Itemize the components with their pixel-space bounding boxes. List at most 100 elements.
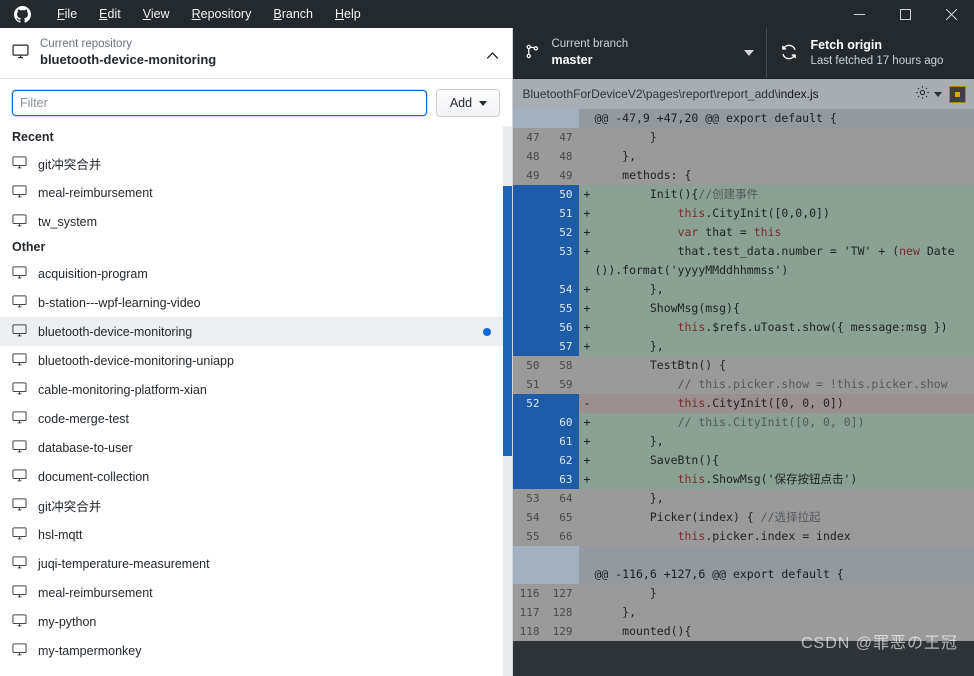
menu-help[interactable]: Help	[324, 0, 372, 28]
menu-view[interactable]: View	[132, 0, 181, 28]
current-repository-header[interactable]: Current repository bluetooth-device-moni…	[0, 28, 513, 79]
diff-line[interactable]: 50 + Init(){//创建事件	[513, 185, 974, 204]
diff-line[interactable]: 61 + },	[513, 432, 974, 451]
diff-line[interactable]: 52 + var that = this	[513, 223, 974, 242]
menu-branch[interactable]: Branch	[262, 0, 324, 28]
diff-line[interactable]: 49 49 methods: {	[513, 166, 974, 185]
diff-code-text: },	[594, 489, 974, 508]
diff-line[interactable]: 48 48 },	[513, 147, 974, 166]
diff-line[interactable]: 50 58 TestBtn() {	[513, 356, 974, 375]
repository-list-item[interactable]: meal-reimbursement	[0, 578, 512, 607]
diff-change-marker	[579, 166, 595, 185]
diff-line[interactable]: 54 + },	[513, 280, 974, 299]
diff-code-text: this.$refs.uToast.show({ message:msg })	[594, 318, 974, 337]
diff-line[interactable]: 62 + SaveBtn(){	[513, 451, 974, 470]
add-repository-button[interactable]: Add	[436, 89, 501, 117]
diff-line[interactable]: 51 59 // this.picker.show = !this.picker.…	[513, 375, 974, 394]
diff-line[interactable]: 47 47 }	[513, 128, 974, 147]
diff-line[interactable]: 116 127 }	[513, 584, 974, 603]
diff-old-line-number	[513, 280, 547, 299]
diff-line[interactable]	[513, 546, 974, 565]
diff-line[interactable]: 55 66 this.picker.index = index	[513, 527, 974, 546]
diff-new-line-number: 52	[546, 223, 580, 242]
repository-list-item[interactable]: hsl-mqtt	[0, 520, 512, 549]
diff-options-button[interactable]	[915, 85, 942, 103]
diff-change-marker: +	[579, 185, 595, 204]
diff-change-marker	[579, 603, 595, 622]
diff-new-line-number: 51	[546, 204, 580, 223]
repository-list-item[interactable]: meal-reimbursement	[0, 178, 512, 207]
diff-new-line-number	[546, 546, 580, 565]
diff-line[interactable]: @@ -116,6 +127,6 @@ export default {	[513, 565, 974, 584]
repository-list-scrollbar[interactable]	[503, 126, 513, 676]
diff-line[interactable]: @@ -47,9 +47,20 @@ export default {	[513, 109, 974, 128]
repository-list-item[interactable]: b-station---wpf-learning-video	[0, 288, 512, 317]
diff-change-marker: +	[579, 337, 595, 356]
repository-list-item[interactable]: bluetooth-device-monitoring	[0, 317, 513, 346]
unsynced-changes-dot	[483, 327, 492, 336]
menu-file[interactable]: File	[46, 0, 88, 28]
diff-line[interactable]: 53 64 },	[513, 489, 974, 508]
repository-list-item[interactable]: document-collection	[0, 462, 512, 491]
diff-code-text: },	[594, 280, 974, 299]
repository-item-label: git冲突合并	[38, 158, 102, 172]
diff-old-line-number	[513, 337, 547, 356]
repository-monitor-icon	[12, 43, 29, 63]
maximize-button[interactable]	[882, 0, 928, 28]
fetch-origin-button[interactable]: Fetch origin Last fetched 17 hours ago	[767, 28, 974, 78]
diff-old-line-number	[513, 546, 547, 565]
repository-list-item[interactable]: bluetooth-device-monitoring-uniapp	[0, 346, 512, 375]
repository-monitor-icon	[12, 294, 27, 312]
current-branch-button[interactable]: Current branch master	[513, 28, 768, 78]
diff-line[interactable]: 117 128 },	[513, 603, 974, 622]
repository-list[interactable]: Recent git冲突合并 meal-reimbursement tw_system…	[0, 126, 513, 676]
repository-item-label: b-station---wpf-learning-video	[38, 295, 201, 310]
diff-line[interactable]: 52 - this.CityInit([0, 0, 0])	[513, 394, 974, 413]
repository-list-item[interactable]: git冲突合并	[0, 149, 512, 178]
diff-code-text: this.CityInit([0,0,0])	[594, 204, 974, 223]
diff-old-line-number: 55	[513, 527, 547, 546]
menu-bar: File Edit View Repository Branch Help	[46, 0, 372, 28]
repository-group-title: Other	[12, 240, 46, 254]
chevron-down-icon	[479, 100, 488, 106]
diff-line[interactable]: 60 + // this.CityInit([0, 0, 0])	[513, 413, 974, 432]
diff-new-line-number: 55	[546, 299, 580, 318]
diff-line[interactable]: 54 65 Picker(index) { //选择拉起	[513, 508, 974, 527]
repository-list-item[interactable]: my-tampermonkey	[0, 636, 512, 665]
repository-list-item[interactable]: acquisition-program	[0, 259, 512, 288]
repository-list-item[interactable]: tw_system	[0, 207, 512, 236]
menu-edit[interactable]: Edit	[88, 0, 132, 28]
repository-list-item[interactable]: database-to-user	[0, 433, 512, 462]
diff-line[interactable]: 118 129 mounted(){	[513, 622, 974, 641]
partial-stage-indicator-icon	[955, 91, 960, 97]
close-button[interactable]	[928, 0, 974, 28]
diff-line[interactable]: 63 + this.ShowMsg('保存按钮点击')	[513, 470, 974, 489]
repository-filter-input[interactable]	[12, 90, 428, 116]
diff-new-line-number: 129	[546, 622, 580, 641]
repository-monitor-icon	[12, 439, 27, 457]
diff-new-line-number: 48	[546, 147, 580, 166]
repository-list-item[interactable]: juqi-temperature-measurement	[0, 549, 512, 578]
diff-line[interactable]: 57 + },	[513, 337, 974, 356]
diff-change-marker	[579, 356, 595, 375]
diff-code-text	[594, 546, 974, 565]
repository-list-item[interactable]: git冲突合并	[0, 491, 512, 520]
diff-old-line-number: 48	[513, 147, 547, 166]
diff-code-text: that.test_data.number = 'TW' + (new Date…	[594, 242, 974, 280]
repository-item-label: cable-monitoring-platform-xian	[38, 382, 207, 397]
diff-line[interactable]: 56 + this.$refs.uToast.show({ message:msg…	[513, 318, 974, 337]
stage-file-checkbox[interactable]	[949, 85, 966, 103]
minimize-button[interactable]	[836, 0, 882, 28]
diff-viewer[interactable]: @@ -47,9 +47,20 @@ export default {47 47 …	[513, 109, 974, 676]
repository-list-item[interactable]: cable-monitoring-platform-xian	[0, 375, 512, 404]
diff-new-line-number	[546, 394, 580, 413]
scrollbar-thumb[interactable]	[503, 186, 513, 456]
repository-list-item[interactable]: code-merge-test	[0, 404, 512, 433]
menu-repository[interactable]: Repository	[181, 0, 263, 28]
diff-line[interactable]: 51 + this.CityInit([0,0,0])	[513, 204, 974, 223]
diff-line[interactable]: 55 + ShowMsg(msg){	[513, 299, 974, 318]
diff-new-line-number: 59	[546, 375, 580, 394]
diff-code-text: methods: {	[594, 166, 974, 185]
diff-line[interactable]: 53 + that.test_data.number = 'TW' + (new …	[513, 242, 974, 280]
repository-list-item[interactable]: my-python	[0, 607, 512, 636]
